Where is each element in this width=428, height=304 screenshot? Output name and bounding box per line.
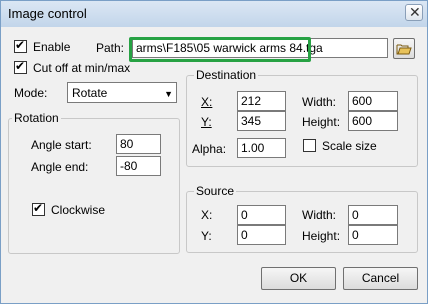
- cutoff-label: Cut off at min/max: [33, 61, 131, 75]
- window-title: Image control: [8, 6, 87, 21]
- mode-select[interactable]: Rotate ▼: [67, 82, 177, 103]
- close-button[interactable]: ✕: [405, 4, 423, 21]
- ok-button[interactable]: OK: [261, 267, 336, 290]
- folder-open-icon: [396, 44, 412, 55]
- path-highlight: [129, 37, 311, 62]
- clockwise-checkbox[interactable]: [32, 201, 45, 216]
- chevron-down-icon: ▼: [164, 89, 173, 99]
- scale-size-checkbox[interactable]: [303, 139, 316, 152]
- src-x-label: X:: [201, 208, 213, 222]
- dest-x-input[interactable]: 212: [237, 91, 286, 111]
- mode-label: Mode:: [14, 86, 48, 100]
- enable-checkbox[interactable]: [14, 38, 27, 53]
- path-label: Path:: [96, 41, 125, 55]
- dest-width-input[interactable]: 600: [348, 91, 398, 111]
- rotation-group-title: Rotation: [12, 111, 61, 125]
- dest-width-label: Width:: [302, 95, 337, 109]
- alpha-label: Alpha:: [192, 142, 227, 156]
- src-height-input[interactable]: 0: [348, 225, 398, 245]
- image-control-dialog: Image control ✕ Enable Path: arms\F185\0…: [0, 0, 428, 304]
- browse-button[interactable]: [393, 38, 415, 59]
- source-group-title: Source: [194, 184, 237, 198]
- mode-value: Rotate: [72, 86, 108, 100]
- dest-height-input[interactable]: 600: [348, 111, 398, 131]
- clockwise-label: Clockwise: [51, 203, 106, 217]
- src-y-input[interactable]: 0: [237, 225, 286, 245]
- angle-start-input[interactable]: 80: [116, 134, 161, 154]
- angle-end-label: Angle end:: [31, 160, 89, 174]
- destination-group-title: Destination: [194, 68, 259, 82]
- title-bar: Image control ✕: [1, 1, 427, 27]
- angle-start-label: Angle start:: [31, 138, 92, 152]
- enable-label: Enable: [33, 40, 71, 54]
- src-y-label: Y:: [201, 229, 212, 243]
- cutoff-checkbox[interactable]: [14, 59, 27, 74]
- dest-y-label: Y:: [201, 115, 212, 129]
- close-icon: ✕: [409, 4, 421, 20]
- scale-size-label: Scale size: [322, 139, 377, 153]
- src-height-label: Height:: [302, 229, 341, 243]
- dest-height-label: Height:: [302, 115, 341, 129]
- src-width-label: Width:: [302, 208, 337, 222]
- src-x-input[interactable]: 0: [237, 205, 286, 225]
- dest-y-input[interactable]: 345: [237, 111, 286, 131]
- dest-x-label: X:: [201, 95, 213, 109]
- alpha-input[interactable]: 1.00: [237, 138, 286, 158]
- src-width-input[interactable]: 0: [348, 205, 398, 225]
- cancel-button[interactable]: Cancel: [343, 267, 418, 290]
- angle-end-input[interactable]: -80: [116, 156, 161, 176]
